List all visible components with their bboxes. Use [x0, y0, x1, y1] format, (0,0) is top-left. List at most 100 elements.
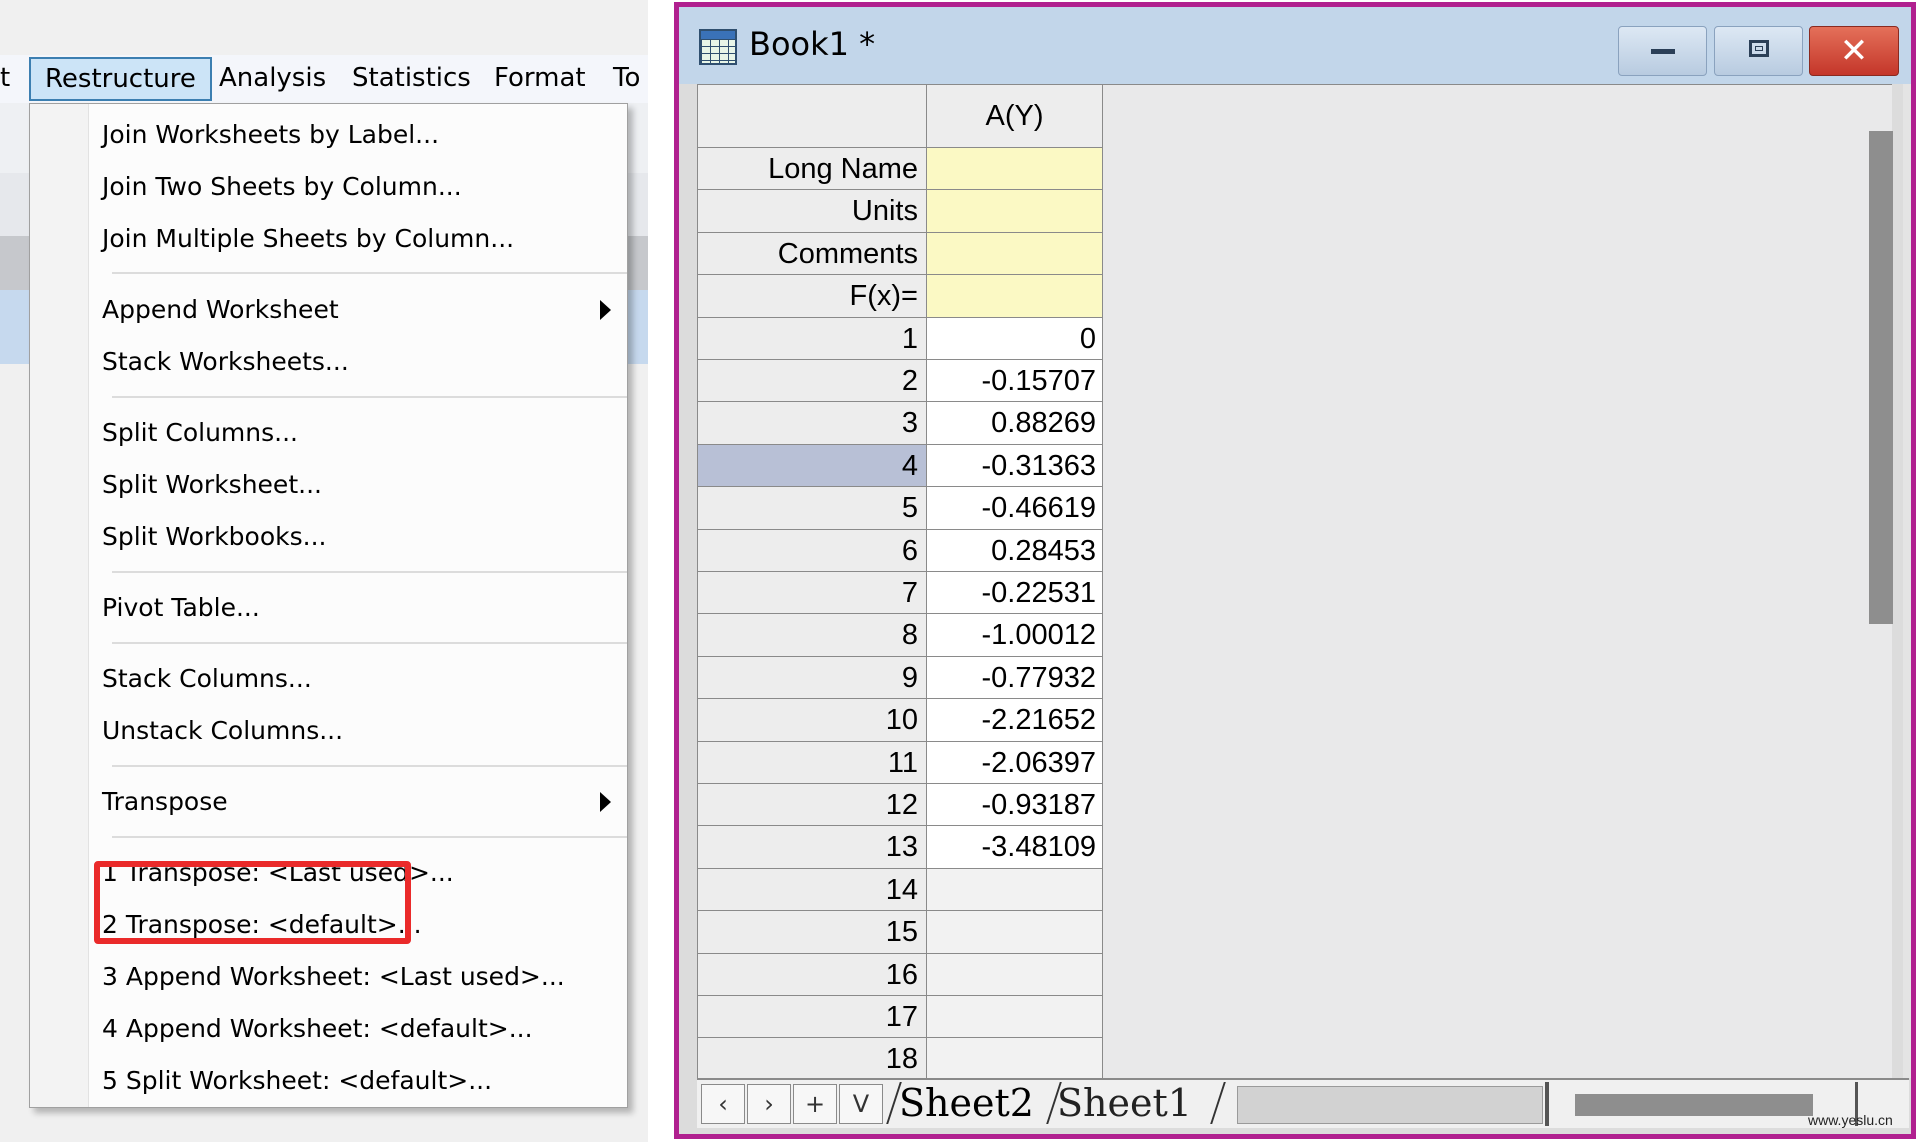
label-row-header[interactable]: F(x)= [698, 275, 927, 318]
data-cell[interactable] [927, 953, 1103, 996]
menu-item-append-worksheet[interactable]: Append Worksheet [30, 284, 627, 336]
label-row-cell[interactable] [927, 148, 1103, 191]
column-header-a[interactable]: A(Y) [927, 85, 1103, 148]
menu-item-split-worksheet[interactable]: Split Worksheet... [30, 459, 627, 511]
label-row-header[interactable]: Long Name [698, 148, 927, 191]
menu-bar: t Restructure Analysis Statistics Format… [0, 55, 648, 103]
select-all-corner[interactable] [698, 85, 927, 148]
worksheet-grid[interactable]: A(Y) Long Name Units Comments F(x)= 1 0 2 -0.15… [697, 84, 1892, 1079]
data-cell[interactable] [927, 996, 1103, 1039]
minimize-icon [1651, 49, 1675, 54]
sheet-list-button[interactable]: V [839, 1084, 883, 1124]
tab-sheet1[interactable]: Sheet1 [1057, 1080, 1192, 1126]
data-cell[interactable]: -0.46619 [927, 487, 1103, 530]
menu-item-split-workbooks[interactable]: Split Workbooks... [30, 511, 627, 563]
menu-item-label: 5 Split Worksheet: <default>... [102, 1066, 493, 1095]
data-cell[interactable]: 0 [927, 317, 1103, 360]
label-row-header[interactable]: Comments [698, 232, 927, 276]
label-row-header[interactable]: Units [698, 190, 927, 233]
menu-statistics[interactable]: Statistics [352, 55, 471, 101]
vertical-scrollbar-thumb[interactable] [1869, 131, 1893, 624]
menu-item-transpose[interactable]: Transpose [30, 776, 627, 828]
row-header[interactable]: 13 [698, 826, 927, 869]
menu-format[interactable]: Format [494, 55, 586, 101]
menu-item-label: Unstack Columns... [102, 716, 344, 745]
menu-item-stack-columns[interactable]: Stack Columns... [30, 653, 627, 705]
data-cell[interactable]: -0.15707 [927, 360, 1103, 403]
menu-item-label: Stack Columns... [102, 664, 312, 693]
data-cell[interactable] [927, 911, 1103, 954]
row-header[interactable]: 16 [698, 953, 927, 996]
data-cell[interactable] [927, 868, 1103, 912]
data-cell[interactable]: -0.22531 [927, 572, 1103, 615]
row-header[interactable]: 1 [698, 317, 927, 360]
menu-item-join-two-sheets-by-column[interactable]: Join Two Sheets by Column... [30, 161, 627, 213]
restructure-dropdown-menu: Join Worksheets by Label... Join Two She… [29, 103, 628, 1108]
row-header[interactable]: 7 [698, 572, 927, 615]
menu-separator [112, 836, 627, 838]
row-header[interactable]: 18 [698, 1038, 927, 1079]
tab-scroll-left-button[interactable]: ‹ [701, 1084, 745, 1124]
menu-item-pivot-table[interactable]: Pivot Table... [30, 582, 627, 634]
data-cell[interactable]: -0.93187 [927, 784, 1103, 827]
data-cell[interactable]: -0.31363 [927, 444, 1103, 488]
menu-item-label: Append Worksheet [102, 295, 339, 324]
data-cell[interactable]: -0.77932 [927, 656, 1103, 700]
row-header[interactable]: 6 [698, 529, 927, 572]
window-titlebar[interactable]: Book1 * ✕ [679, 7, 1911, 84]
label-row-cell[interactable] [927, 232, 1103, 276]
maximize-icon [1749, 40, 1769, 57]
submenu-arrow-icon [600, 300, 611, 320]
menu-item-split-columns[interactable]: Split Columns... [30, 407, 627, 459]
row-header[interactable]: 12 [698, 784, 927, 827]
row-header[interactable]: 8 [698, 614, 927, 657]
menu-item-recent-split-worksheet-default[interactable]: 5 Split Worksheet: <default>... [30, 1055, 627, 1107]
row-header[interactable]: 4 [698, 444, 927, 488]
row-header[interactable]: 15 [698, 911, 927, 954]
menu-item-unstack-columns[interactable]: Unstack Columns... [30, 705, 627, 757]
row-header[interactable]: 9 [698, 656, 927, 700]
row-header[interactable]: 3 [698, 402, 927, 445]
tab-splitter[interactable] [1545, 1082, 1549, 1126]
menu-item-label: Join Two Sheets by Column... [102, 172, 462, 201]
close-button[interactable]: ✕ [1809, 26, 1899, 76]
data-cell[interactable]: 0.88269 [927, 402, 1103, 445]
horizontal-scrollbar-thumb[interactable] [1575, 1094, 1813, 1116]
row-header[interactable]: 11 [698, 741, 927, 784]
row-header[interactable]: 10 [698, 699, 927, 742]
tab-scroll-right-button[interactable]: › [747, 1084, 791, 1124]
add-sheet-button[interactable]: + [793, 1084, 837, 1124]
data-cell[interactable]: -2.06397 [927, 741, 1103, 784]
menu-restructure[interactable]: Restructure [29, 57, 212, 101]
menu-item-label: Join Worksheets by Label... [102, 120, 440, 149]
row-header[interactable]: 17 [698, 996, 927, 1039]
minimize-button[interactable] [1618, 26, 1707, 76]
menu-edit-partial[interactable]: t [0, 55, 10, 101]
menu-item-label: Stack Worksheets... [102, 347, 349, 376]
menu-item-join-worksheets-by-label[interactable]: Join Worksheets by Label... [30, 109, 627, 161]
data-cell[interactable]: -2.21652 [927, 699, 1103, 742]
row-header[interactable]: 5 [698, 487, 927, 530]
menu-item-recent-append-default[interactable]: 4 Append Worksheet: <default>... [30, 1003, 627, 1055]
tab-sheet2[interactable]: Sheet2 [895, 1080, 1038, 1126]
menu-separator [112, 765, 627, 767]
maximize-button[interactable] [1714, 26, 1803, 76]
menu-item-recent-append-last-used[interactable]: 3 Append Worksheet: <Last used>... [30, 951, 627, 1003]
menu-item-label: Transpose [102, 787, 228, 816]
label-row-cell[interactable] [927, 190, 1103, 233]
menu-separator [112, 272, 627, 274]
menu-item-join-multiple-sheets-by-column[interactable]: Join Multiple Sheets by Column... [30, 213, 627, 265]
data-cell[interactable]: -3.48109 [927, 826, 1103, 869]
menu-analysis[interactable]: Analysis [219, 55, 326, 101]
row-header[interactable]: 2 [698, 360, 927, 403]
menu-item-label: 4 Append Worksheet: <default>... [102, 1014, 533, 1043]
data-cell[interactable] [927, 1038, 1103, 1079]
menu-item-stack-worksheets[interactable]: Stack Worksheets... [30, 336, 627, 388]
vertical-scrollbar-track[interactable] [1903, 84, 1911, 1078]
menu-separator [112, 396, 627, 398]
data-cell[interactable]: -1.00012 [927, 614, 1103, 657]
row-header[interactable]: 14 [698, 868, 927, 912]
data-cell[interactable]: 0.28453 [927, 529, 1103, 572]
menu-tools-partial[interactable]: To [613, 55, 640, 101]
label-row-cell[interactable] [927, 275, 1103, 318]
